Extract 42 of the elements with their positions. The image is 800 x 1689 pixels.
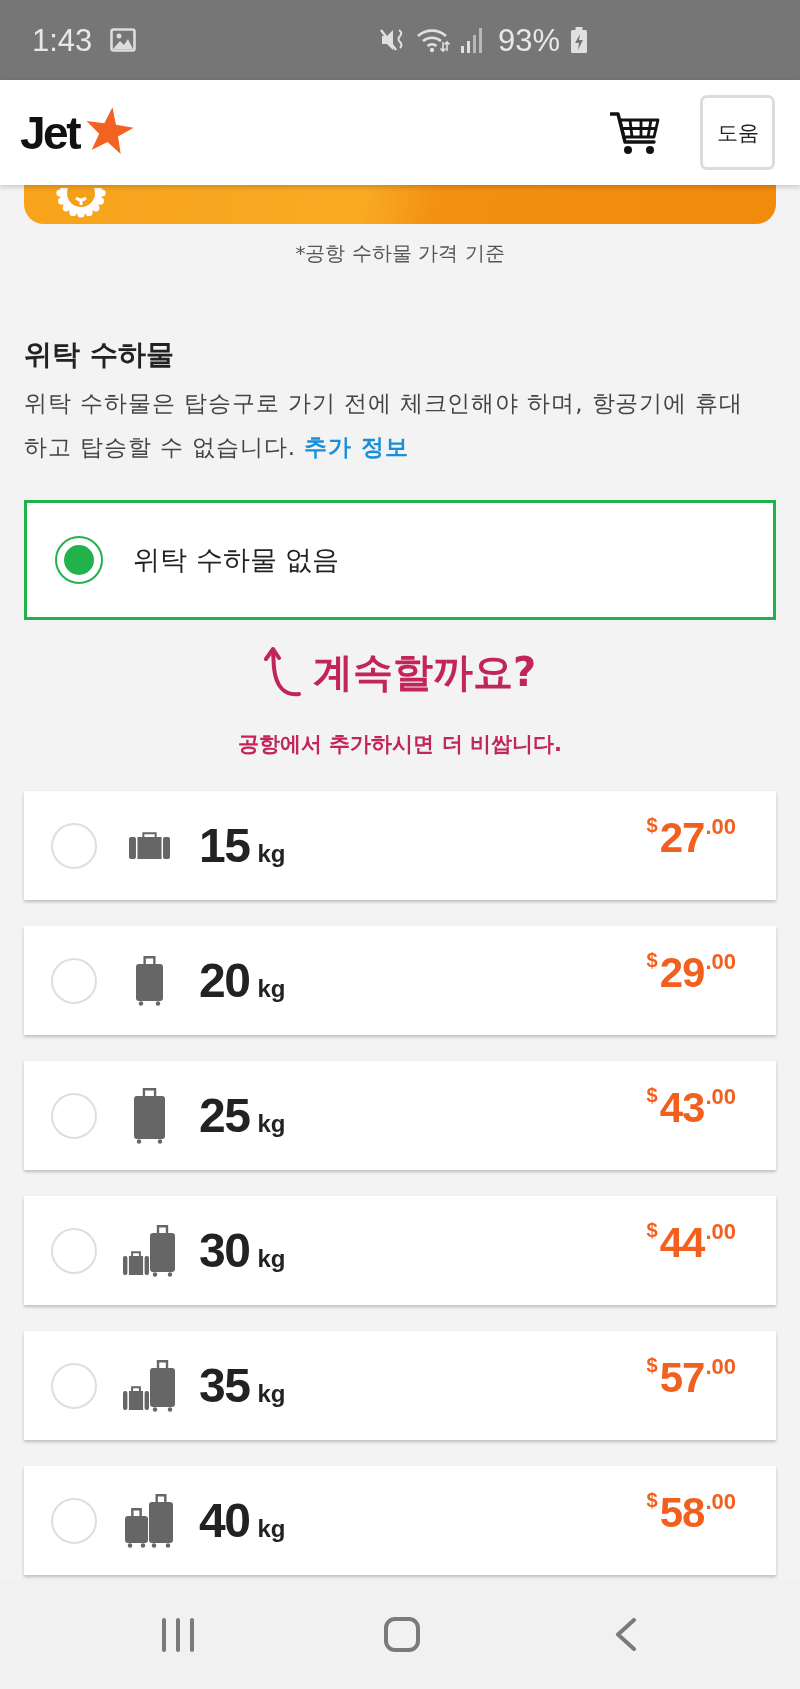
section-description: 위탁 수하물은 탑승구로 가기 전에 체크인해야 하며, 항공기에 휴대하고 탑승할 수 없습니다. 추가 정보 (24, 389, 745, 462)
section-title: 위탁 수하물 (24, 337, 174, 373)
wifi-icon (415, 27, 450, 53)
weight-unit: kg (257, 1381, 286, 1406)
two-suitcases-icon (125, 1493, 173, 1548)
weight-value: 15 (199, 821, 251, 870)
prompt-note: 공항에서 추가하시면 더 비쌉니다. (238, 731, 562, 758)
help-button[interactable]: 도움 (700, 95, 775, 170)
weight-value: 35 (199, 1361, 251, 1410)
promo-banner[interactable] (24, 185, 776, 224)
weight-unit: kg (257, 1246, 286, 1271)
image-icon (110, 28, 137, 52)
status-time: 1:43 (32, 24, 93, 56)
weight-unit: kg (257, 976, 286, 1001)
weight-unit: kg (257, 1111, 286, 1136)
weight-value: 25 (199, 1091, 251, 1140)
option-label: 위탁 수하물 없음 (133, 543, 340, 577)
price-note: *공항 수하물 가격 기준 (295, 240, 505, 267)
suitcase-icon (133, 1087, 165, 1144)
suitcase-and-briefcase-icon (123, 1224, 175, 1277)
home-icon[interactable] (384, 1617, 420, 1652)
coin-icon (56, 188, 106, 218)
weight-value: 30 (199, 1226, 251, 1275)
signal-icon (459, 27, 484, 53)
weight-unit: kg (257, 1516, 286, 1541)
weight-unit: kg (257, 841, 286, 866)
suitcase-icon (135, 955, 163, 1006)
weight-value: 40 (199, 1496, 251, 1545)
weight-value: 20 (199, 956, 251, 1005)
star-icon (84, 105, 134, 154)
battery-percentage: 93% (497, 24, 560, 56)
battery-charging-icon (570, 26, 588, 54)
back-icon[interactable] (615, 1618, 637, 1651)
curved-arrow-icon (263, 646, 301, 698)
prompt-question: 계속할까요? (312, 648, 537, 697)
suitcase-and-briefcase-icon (123, 1359, 175, 1412)
recent-apps-icon[interactable] (162, 1617, 194, 1652)
logo-text: Jet (20, 109, 81, 156)
cart-icon[interactable] (610, 109, 660, 156)
briefcase-icon (128, 832, 170, 859)
radio-button[interactable] (55, 536, 103, 584)
no-bag-option[interactable]: 위탁 수하물 없음 (24, 500, 776, 620)
